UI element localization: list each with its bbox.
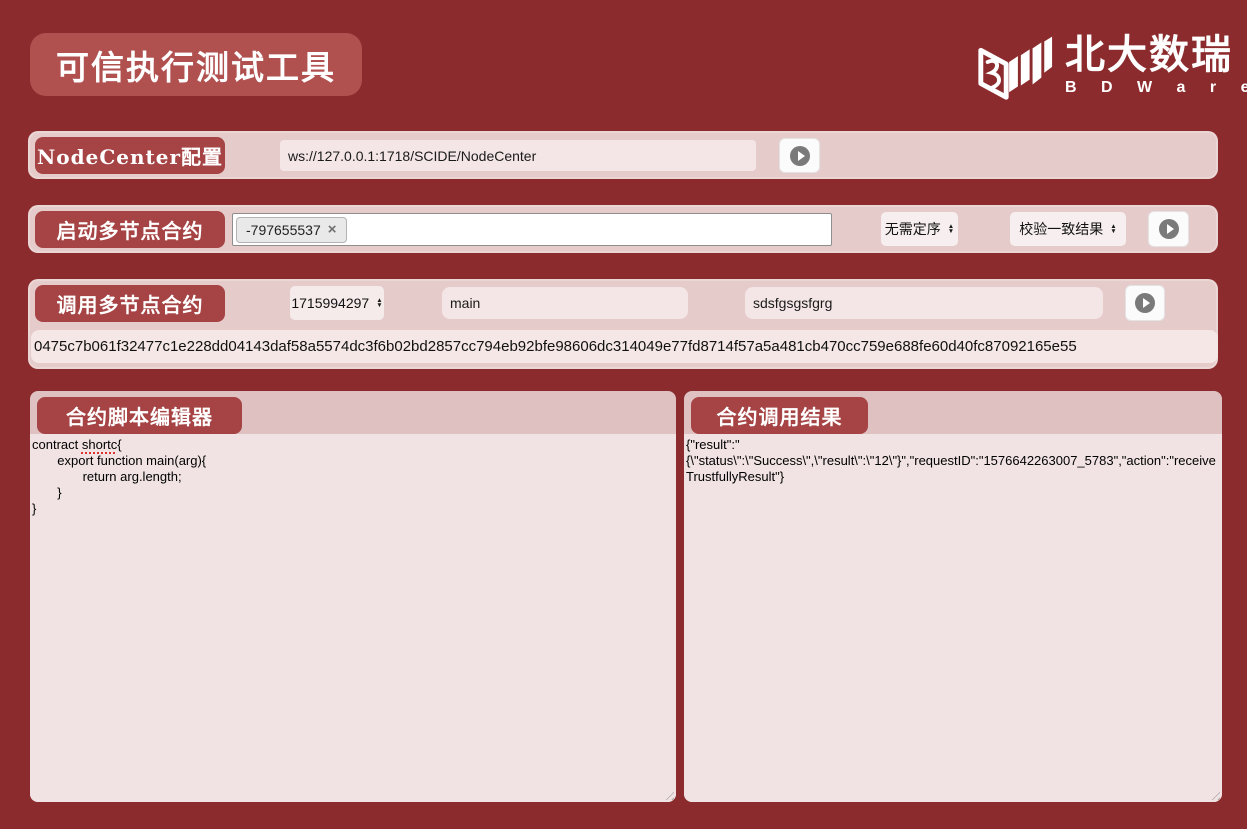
play-icon <box>1135 293 1155 313</box>
bdware-cube-icon <box>973 21 1055 110</box>
verify-mode-value: 校验一致结果 <box>1019 219 1103 239</box>
order-mode-select[interactable]: 无需定序 ▲▼ <box>881 212 958 246</box>
play-icon <box>790 146 810 166</box>
script-editor-header-label: 合约脚本编辑器 <box>66 401 213 430</box>
contract-id-tag[interactable]: -797655537 × <box>236 217 347 243</box>
contract-hash-value: 0475c7b061f32477c1e228dd04143daf58a5574d… <box>34 338 1077 355</box>
call-contract-button[interactable]: 调用多节点合约 <box>35 285 225 322</box>
contract-hash-field[interactable]: 0475c7b061f32477c1e228dd04143daf58a5574d… <box>31 330 1218 363</box>
contract-select-value: 1715994297 <box>291 295 369 311</box>
code-editor[interactable]: contract shortc{ export function main(ar… <box>30 434 676 802</box>
order-mode-value: 无需定序 <box>885 219 941 239</box>
contract-id-tag-value: -797655537 <box>246 222 321 238</box>
select-arrows-icon: ▲▼ <box>948 224 954 234</box>
nodecenter-run-button[interactable] <box>779 138 820 173</box>
script-editor-panel: 合约脚本编辑器 contract shortc{ export function… <box>30 391 676 802</box>
nodecenter-config-button[interactable]: NodeCenter配置 <box>35 137 225 174</box>
verify-mode-select[interactable]: 校验一致结果 ▲▼ <box>1010 212 1126 246</box>
logo-name-en: B D W a r e <box>1065 79 1247 97</box>
page-title-box: 可信执行测试工具 <box>30 33 362 96</box>
page: 可信执行测试工具 北大数瑞 B D W a r e NodeCenter配置 <box>0 0 1247 829</box>
play-icon <box>1159 219 1179 239</box>
contract-id-tag-input[interactable]: -797655537 × <box>232 213 832 246</box>
select-arrows-icon: ▲▼ <box>1110 224 1116 234</box>
start-contract-button[interactable]: 启动多节点合约 <box>35 211 225 248</box>
call-result-output[interactable]: {"result":" {\"status\":\"Success\",\"re… <box>684 434 1222 802</box>
start-contract-label: 启动多节点合约 <box>57 215 204 244</box>
start-contract-run-button[interactable] <box>1148 211 1189 247</box>
arguments-input[interactable] <box>745 287 1103 319</box>
contract-select[interactable]: 1715994297 ▲▼ <box>290 286 384 320</box>
call-contract-label: 调用多节点合约 <box>57 289 204 318</box>
select-arrows-icon: ▲▼ <box>376 298 382 308</box>
logo-text: 北大数瑞 B D W a r e <box>1065 33 1247 97</box>
page-title: 可信执行测试工具 <box>56 41 336 89</box>
method-name-input[interactable] <box>442 287 688 319</box>
call-result-header-label: 合约调用结果 <box>717 401 843 430</box>
logo-name-cn: 北大数瑞 <box>1065 33 1233 77</box>
nodecenter-config-label: NodeCenter配置 <box>37 141 223 170</box>
bdware-logo: 北大数瑞 B D W a r e <box>973 20 1229 110</box>
call-contract-run-button[interactable] <box>1125 285 1165 321</box>
script-editor-header-button[interactable]: 合约脚本编辑器 <box>37 397 242 434</box>
nodecenter-config-bar: NodeCenter配置 <box>28 131 1218 179</box>
nodecenter-url-input[interactable] <box>280 140 756 171</box>
call-result-panel: 合约调用结果 {"result":" {\"status\":\"Success… <box>684 391 1222 802</box>
start-contract-bar: 启动多节点合约 -797655537 × 无需定序 ▲▼ 校验一致结果 ▲▼ <box>28 205 1218 253</box>
tag-remove-x-icon[interactable]: × <box>328 223 337 237</box>
call-contract-bar: 调用多节点合约 1715994297 ▲▼ 0475c7b061f32477c1… <box>28 279 1218 369</box>
call-result-header-button[interactable]: 合约调用结果 <box>691 397 868 434</box>
